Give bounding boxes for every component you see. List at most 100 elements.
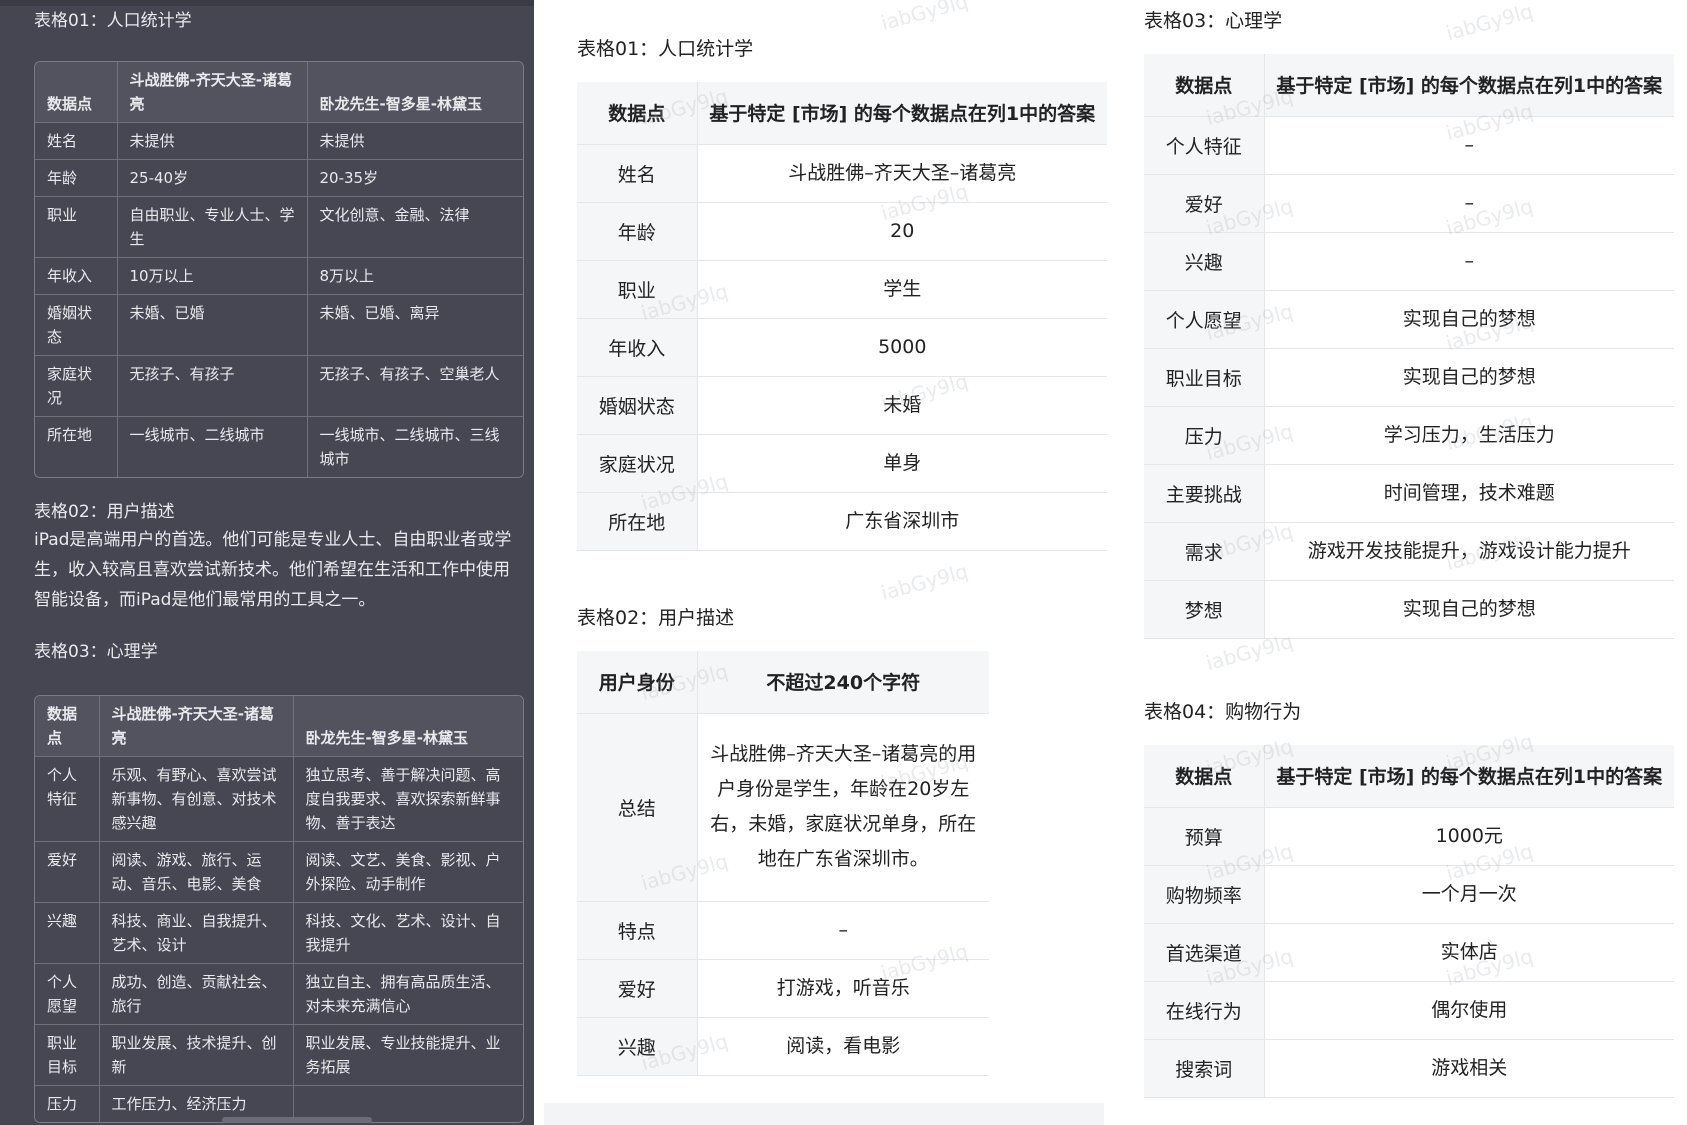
right-panel: 表格03：心理学 数据点 基于特定 [市场] 的每个数据点在列1中的答案 个人特…	[1120, 0, 1687, 1125]
row-value-cell: 一线城市、二线城市	[117, 416, 308, 477]
header-cell: 基于特定 [市场] 的每个数据点在列1中的答案	[697, 82, 1107, 145]
header-cell: 数据点	[577, 82, 698, 145]
row-value-cell: 职业发展、技术提升、创新	[99, 1024, 294, 1086]
row-key-cell: 职业	[577, 260, 698, 319]
table-header-row: 数据点 基于特定 [市场] 的每个数据点在列1中的答案	[577, 82, 1107, 145]
header-cell: 斗战胜佛-齐天大圣-诸葛亮	[99, 696, 294, 757]
row-value-cell: –	[697, 901, 989, 960]
row-key-cell: 婚姻状态	[35, 294, 118, 356]
row-key-cell: 兴趣	[1144, 232, 1265, 291]
table-header-row: 数据点 基于特定 [市场] 的每个数据点在列1中的答案	[1144, 745, 1674, 808]
table-row: 职业 学生	[577, 260, 1107, 319]
table-row: 兴趣 科技、商业、自我提升、艺术、设计 科技、文化、艺术、设计、自我提升	[35, 902, 523, 964]
header-cell: 基于特定 [市场] 的每个数据点在列1中的答案	[1264, 745, 1674, 808]
row-key-cell: 婚姻状态	[577, 376, 698, 435]
table-row: 年收入 10万以上 8万以上	[35, 257, 523, 295]
middle-panel: 表格01：人口统计学 数据点 基于特定 [市场] 的每个数据点在列1中的答案 姓…	[544, 0, 1107, 1125]
row-key-cell: 职业	[35, 196, 118, 258]
mid-table02-user-description: 用户身份 不超过240个字符 总结 斗战胜佛–齐天大圣–诸葛亮的用户身份是学生，年…	[577, 651, 989, 1076]
table-row: 个人愿望 实现自己的梦想	[1144, 290, 1674, 349]
row-key-cell: 爱好	[1144, 174, 1265, 233]
row-value-cell: 职业发展、专业技能提升、业务拓展	[293, 1024, 523, 1086]
row-value-cell: 游戏开发技能提升，游戏设计能力提升	[1264, 522, 1674, 581]
row-value-cell: 25-40岁	[117, 159, 308, 197]
row-key-cell: 个人愿望	[1144, 290, 1265, 349]
row-key-cell: 在线行为	[1144, 981, 1265, 1040]
row-key-cell: 梦想	[1144, 580, 1265, 639]
row-key-cell: 个人特征	[1144, 116, 1265, 175]
user-description-paragraph: iPad是高端用户的首选。他们可能是专业人士、自由职业者或学生，收入较高且喜欢尝…	[34, 530, 512, 610]
row-value-cell: 实体店	[1264, 923, 1674, 982]
row-key-cell: 年收入	[577, 318, 698, 377]
table-row: 预算 1000元	[1144, 807, 1674, 866]
row-key-cell: 所在地	[35, 416, 118, 477]
row-key-cell: 家庭状况	[577, 434, 698, 493]
table-row: 兴趣 阅读，看电影	[577, 1017, 989, 1076]
header-cell: 斗战胜佛-齐天大圣-诸葛亮	[117, 62, 308, 123]
row-value-cell: 成功、创造、贡献社会、旅行	[99, 963, 294, 1025]
horizontal-scrollbar[interactable]	[222, 1117, 372, 1123]
table-row: 兴趣 –	[1144, 232, 1674, 291]
table-row: 在线行为 偶尔使用	[1144, 981, 1674, 1040]
header-cell: 数据点	[35, 62, 118, 123]
table-row: 爱好 阅读、游戏、旅行、运动、音乐、电影、美食 阅读、文艺、美食、影视、户外探险、动…	[35, 841, 523, 903]
header-cell: 数据点	[35, 696, 100, 757]
row-value-cell: 打游戏，听音乐	[697, 959, 989, 1018]
row-key-cell: 搜索词	[1144, 1039, 1265, 1098]
row-value-cell: 时间管理，技术难题	[1264, 464, 1674, 523]
table-row: 压力 学习压力，生活压力	[1144, 406, 1674, 465]
row-value-cell: 未提供	[307, 122, 523, 160]
row-key-cell: 年龄	[577, 202, 698, 261]
row-value-cell: 未婚	[697, 376, 1107, 435]
table-row: 搜索词 游戏相关	[1144, 1039, 1674, 1098]
header-cell: 数据点	[1144, 745, 1265, 808]
row-key-cell: 爱好	[35, 841, 100, 903]
row-key-cell: 职业目标	[35, 1024, 100, 1086]
row-value-cell: 科技、商业、自我提升、艺术、设计	[99, 902, 294, 964]
row-key-cell: 家庭状况	[35, 355, 118, 417]
table-row: 个人愿望 成功、创造、贡献社会、旅行 独立自主、拥有高品质生活、对未来充满信心	[35, 963, 523, 1025]
page-bottom-edge	[544, 1103, 1104, 1125]
left-table01-demographics: 数据点 斗战胜佛-齐天大圣-诸葛亮 卧龙先生-智多星-林黛玉 姓名 未提供 未提供年…	[34, 61, 524, 478]
header-cell: 不超过240个字符	[697, 651, 989, 714]
row-key-cell: 职业目标	[1144, 348, 1265, 407]
table-row: 个人特征 乐观、有野心、喜欢尝试新事物、有创意、对技术感兴趣 独立思考、善于解决问题…	[35, 756, 523, 842]
table-header-row: 数据点 斗战胜佛-齐天大圣-诸葛亮 卧龙先生-智多星-林黛玉	[35, 696, 523, 757]
header-cell: 基于特定 [市场] 的每个数据点在列1中的答案	[1264, 54, 1674, 117]
row-value-cell: 5000	[697, 318, 1107, 377]
row-value-cell: 无孩子、有孩子	[117, 355, 308, 417]
row-value-cell: 斗战胜佛–齐天大圣–诸葛亮	[697, 144, 1107, 203]
left-table02-title: 表格02：用户描述	[34, 502, 175, 522]
row-key-cell: 年收入	[35, 257, 118, 295]
row-value-cell: 广东省深圳市	[697, 492, 1107, 551]
header-cell: 用户身份	[577, 651, 698, 714]
row-value-cell: 一线城市、二线城市、三线城市	[307, 416, 523, 477]
table-row: 所在地 广东省深圳市	[577, 492, 1107, 551]
table-row: 姓名 未提供 未提供	[35, 122, 523, 160]
table-row: 个人特征 –	[1144, 116, 1674, 175]
table-row: 职业目标 实现自己的梦想	[1144, 348, 1674, 407]
row-key-cell: 预算	[1144, 807, 1265, 866]
row-value-cell: 未婚、已婚	[117, 294, 308, 356]
table-row: 梦想 实现自己的梦想	[1144, 580, 1674, 639]
row-value-cell: 科技、文化、艺术、设计、自我提升	[293, 902, 523, 964]
row-key-cell: 购物频率	[1144, 865, 1265, 924]
row-key-cell: 个人特征	[35, 756, 100, 842]
right-table03-title: 表格03：心理学	[1144, 10, 1283, 32]
right-table03-psychology: 数据点 基于特定 [市场] 的每个数据点在列1中的答案 个人特征 – 爱好 – 兴趣 – 个…	[1144, 54, 1674, 639]
table-row: 总结 斗战胜佛–齐天大圣–诸葛亮的用户身份是学生，年龄在20岁左右，未婚，家庭状况…	[577, 713, 989, 902]
row-key-cell: 年龄	[35, 159, 118, 197]
row-value-cell: 单身	[697, 434, 1107, 493]
left-table01-title: 表格01：人口统计学	[34, 11, 192, 31]
row-value-cell: 独立思考、善于解决问题、高度自我要求、喜欢探索新鲜事物、善于表达	[293, 756, 523, 842]
row-key-cell: 姓名	[577, 144, 698, 203]
row-key-cell: 姓名	[35, 122, 118, 160]
table-row: 家庭状况 无孩子、有孩子 无孩子、有孩子、空巢老人	[35, 355, 523, 417]
row-value-cell: 实现自己的梦想	[1264, 348, 1674, 407]
table-header-row: 数据点 斗战胜佛-齐天大圣-诸葛亮 卧龙先生-智多星-林黛玉	[35, 62, 523, 123]
row-value-cell: 未婚、已婚、离异	[307, 294, 523, 356]
table-row: 职业 自由职业、专业人士、学生 文化创意、金融、法律	[35, 196, 523, 258]
header-cell: 卧龙先生-智多星-林黛玉	[307, 62, 523, 123]
table-row: 所在地 一线城市、二线城市 一线城市、二线城市、三线城市	[35, 416, 523, 477]
row-key-cell: 需求	[1144, 522, 1265, 581]
